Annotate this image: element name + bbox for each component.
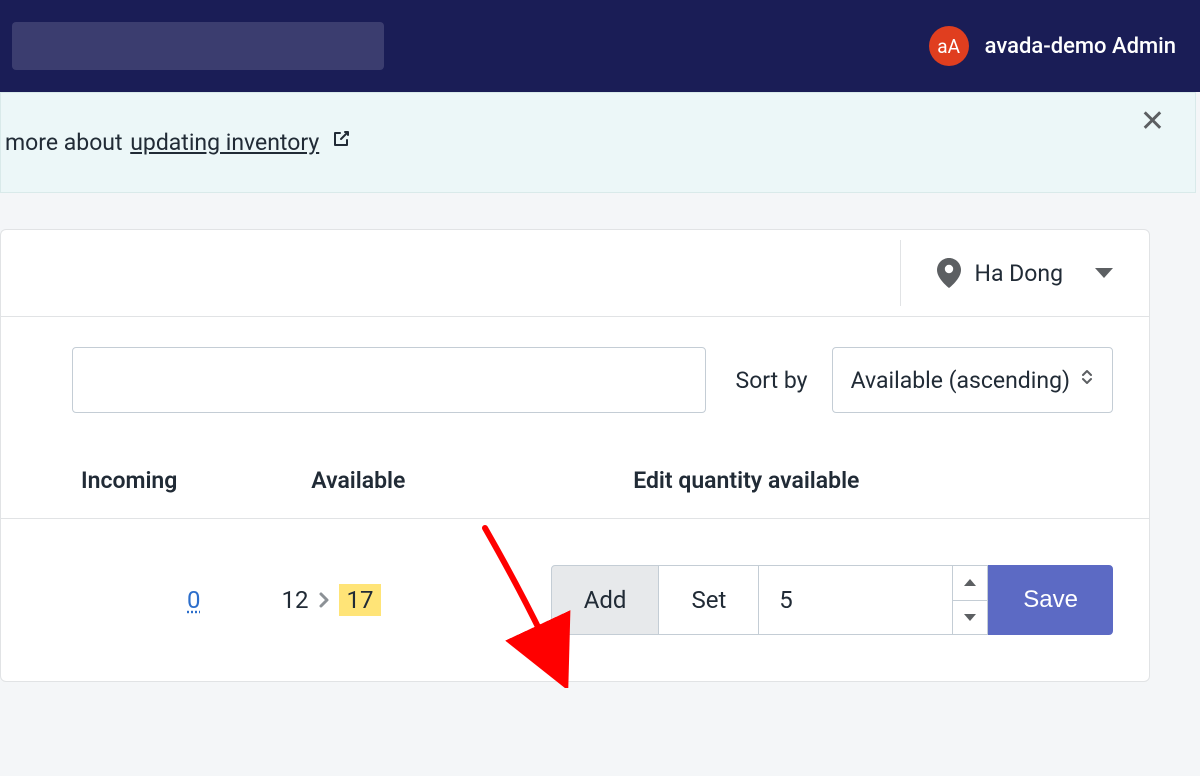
avatar-initials: aA xyxy=(937,35,960,58)
chevron-right-icon xyxy=(317,590,331,610)
quantity-input[interactable]: 5 xyxy=(759,565,953,635)
table-row: 0 12 17 Add Set 5 Save xyxy=(1,519,1149,681)
info-banner: more about updating inventory ✕ xyxy=(0,92,1196,193)
column-available: Available xyxy=(311,467,503,494)
banner-text: more about xyxy=(5,129,128,156)
cell-available: 12 17 xyxy=(282,584,499,616)
username-label: avada-demo Admin xyxy=(985,34,1176,59)
cell-incoming: 0 xyxy=(81,586,282,614)
location-bar: Ha Dong xyxy=(1,230,1149,317)
top-navigation: aA avada-demo Admin xyxy=(0,0,1200,92)
inventory-card: Ha Dong Sort by Available (ascending) In… xyxy=(0,229,1150,682)
add-button[interactable]: Add xyxy=(551,565,660,635)
chevron-down-icon xyxy=(1095,268,1113,278)
divider xyxy=(900,240,901,306)
user-menu[interactable]: aA avada-demo Admin xyxy=(929,26,1176,66)
location-icon xyxy=(937,258,961,288)
quantity-stepper xyxy=(953,565,988,635)
sort-select[interactable]: Available (ascending) xyxy=(832,347,1113,413)
available-old: 12 xyxy=(282,586,309,614)
sort-caret-icon xyxy=(1080,367,1094,390)
external-link-icon xyxy=(331,129,351,154)
location-label: Ha Dong xyxy=(975,260,1063,287)
available-new: 17 xyxy=(339,584,382,616)
sort-label: Sort by xyxy=(736,367,808,394)
filter-input[interactable] xyxy=(72,347,706,413)
sort-value: Available (ascending) xyxy=(851,367,1070,394)
avatar: aA xyxy=(929,26,969,66)
filters-row: Sort by Available (ascending) xyxy=(1,317,1149,433)
edit-quantity-controls: Add Set 5 Save xyxy=(551,565,1113,635)
set-button[interactable]: Set xyxy=(659,565,759,635)
table-header: Incoming Available Edit quantity availab… xyxy=(1,433,1149,519)
column-edit-quantity: Edit quantity available xyxy=(633,467,1113,494)
caret-down-icon xyxy=(964,614,976,621)
stepper-up[interactable] xyxy=(953,566,987,601)
close-icon[interactable]: ✕ xyxy=(1140,107,1165,137)
save-button[interactable]: Save xyxy=(988,565,1113,635)
location-selector[interactable]: Ha Dong xyxy=(937,258,1113,288)
search-input[interactable] xyxy=(12,22,384,70)
caret-up-icon xyxy=(964,579,976,586)
column-incoming: Incoming xyxy=(81,467,311,494)
incoming-link[interactable]: 0 xyxy=(187,586,201,614)
stepper-down[interactable] xyxy=(953,601,987,635)
banner-link[interactable]: updating inventory xyxy=(130,129,319,156)
